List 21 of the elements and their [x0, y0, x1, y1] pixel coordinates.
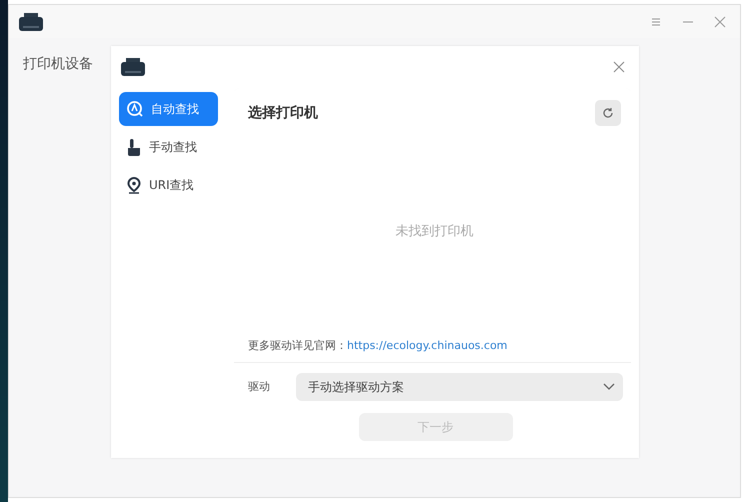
location-pin-icon	[127, 176, 141, 194]
nav-item[interactable]: 自动查找	[119, 92, 218, 126]
website-link[interactable]: https://ecology.chinauos.com	[347, 338, 508, 354]
refresh-icon	[602, 107, 614, 119]
driver-label: 驱动	[248, 378, 271, 395]
nav-item[interactable]: URI查找	[119, 168, 218, 202]
printer-icon	[19, 12, 43, 30]
panel-title: 选择打印机	[248, 104, 318, 122]
close-icon	[714, 16, 726, 28]
sidebar-title: 打印机设备	[23, 55, 94, 74]
menu-icon	[651, 16, 661, 26]
empty-message: 未找到打印机	[396, 223, 474, 241]
chevron-down-icon	[603, 383, 615, 391]
printer-icon	[121, 58, 145, 76]
driver-select[interactable]: 手动选择驱动方案	[296, 373, 623, 401]
hand-pointer-icon	[127, 138, 141, 156]
more-drivers-text: 更多驱动详见官网：	[248, 338, 347, 354]
nav-item[interactable]: 手动查找	[119, 130, 218, 164]
close-icon	[613, 61, 625, 73]
search-icon	[127, 101, 143, 117]
refresh-button[interactable]	[595, 100, 621, 126]
